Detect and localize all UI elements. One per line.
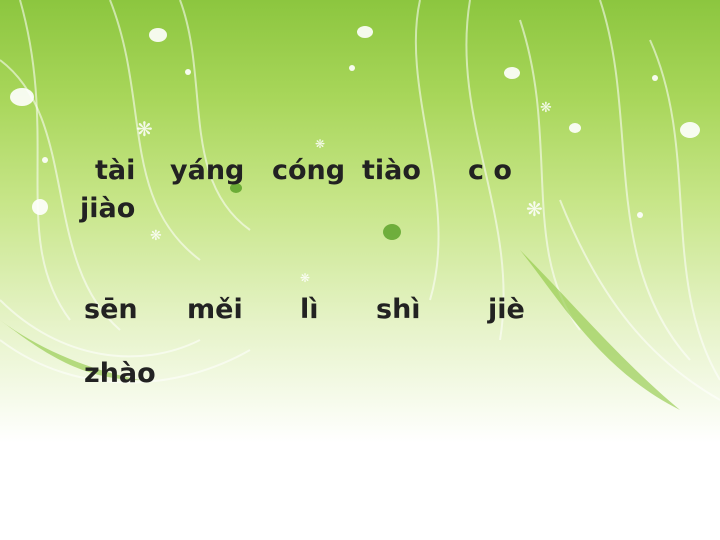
svg-text:❋: ❋ [540, 100, 552, 116]
pinyin-2-1: sēn [84, 294, 138, 325]
pinyin-1-6: jiào [80, 193, 136, 224]
svg-text:❋: ❋ [526, 197, 543, 221]
svg-text:❋: ❋ [150, 228, 162, 244]
pinyin-1-1: tài [95, 155, 136, 186]
pinyin-2-3: lì [300, 294, 319, 325]
pinyin-1-5: c o [468, 155, 512, 186]
pinyin-1-2: yáng [170, 155, 245, 186]
pinyin-1-4: tiào [362, 155, 421, 186]
svg-text:❋: ❋ [300, 271, 310, 285]
pinyin-2-6: zhào [84, 358, 156, 389]
pinyin-2-5: jiè [488, 294, 525, 325]
pinyin-2-4: shì [376, 294, 421, 325]
pinyin-1-3: cóng [272, 155, 346, 186]
background-decoration: ❋ ❋ ❋ ❋ ❋ ❋ [0, 0, 720, 410]
svg-text:❋: ❋ [136, 117, 153, 141]
svg-text:❋: ❋ [315, 137, 325, 151]
pinyin-2-2: měi [187, 294, 243, 325]
